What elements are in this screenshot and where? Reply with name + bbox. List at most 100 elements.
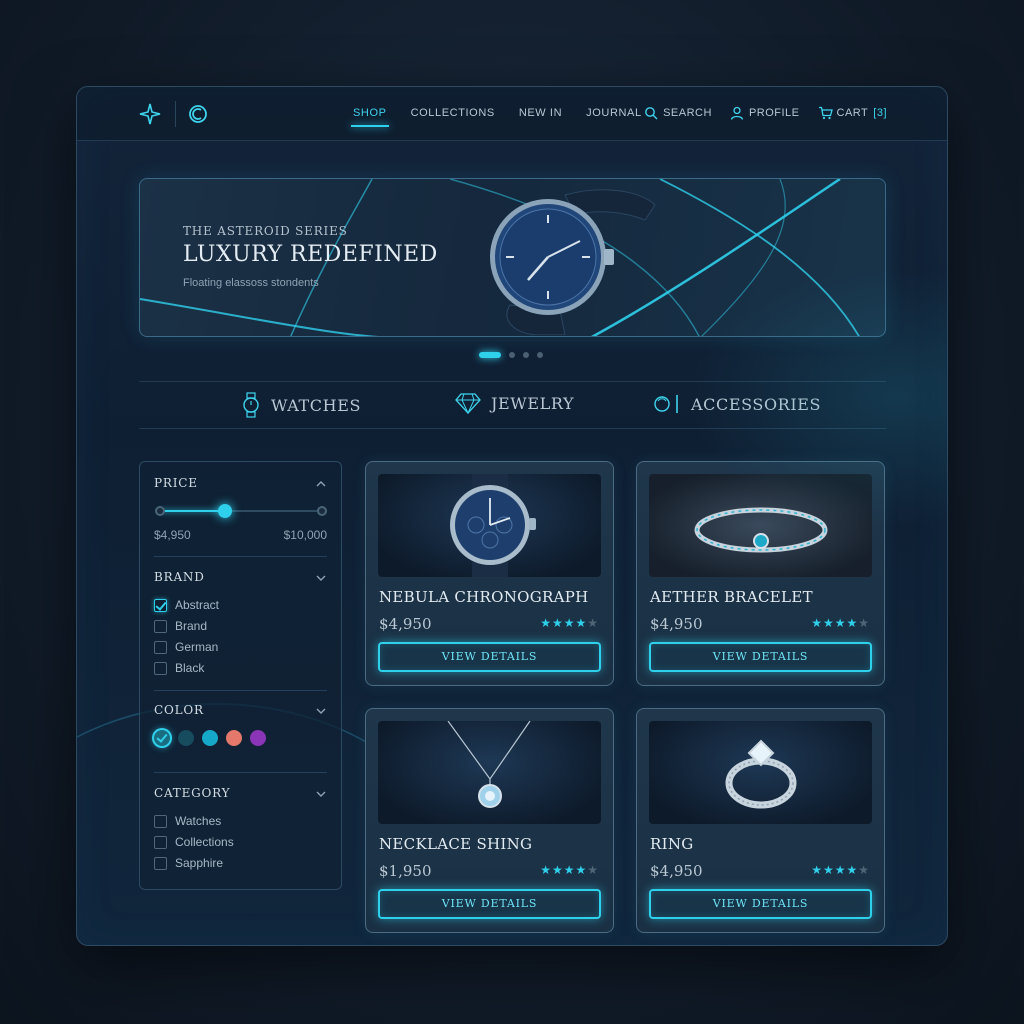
carousel-dot[interactable] (523, 352, 529, 358)
checkbox[interactable] (154, 598, 167, 612)
product-name: NECKLACE SHING (379, 835, 533, 853)
accessories-icon (654, 395, 678, 413)
nav-shop[interactable]: SHOP (351, 107, 389, 127)
hero-title: LUXURY REDEFINED (183, 242, 438, 267)
product-image-ring[interactable] (649, 721, 872, 824)
view-details-button[interactable]: VIEW DETAILS (378, 889, 601, 919)
category-option-label: Sapphire (175, 856, 224, 870)
chevron-down-icon[interactable] (315, 705, 327, 717)
filter-divider (154, 772, 327, 773)
product-card[interactable]: RING $4,950 ★★★★★ VIEW DETAILS (636, 708, 885, 933)
hero-kicker: THE ASTEROID SERIES (183, 224, 348, 238)
category-option-collections[interactable]: Collections (154, 835, 234, 849)
product-card[interactable]: NECKLACE SHING $1,950 ★★★★★ VIEW DETAILS (365, 708, 614, 933)
carousel-dot[interactable] (479, 352, 501, 358)
brand-option-abstract[interactable]: Abstract (154, 598, 219, 612)
hero-banner[interactable]: THE ASTEROID SERIES LUXURY REDEFINED Flo… (139, 178, 886, 337)
nav-journal[interactable]: JOURNAL (586, 107, 642, 119)
chevron-down-icon[interactable] (315, 788, 327, 800)
product-name: AETHER BRACELET (650, 588, 813, 606)
price-max-value: $10,000 (283, 528, 327, 542)
color-swatch-teal[interactable] (154, 730, 170, 746)
category-watches-label: WATCHES (271, 395, 362, 415)
star-rating: ★★★★★ (811, 616, 870, 630)
cart-icon (818, 106, 833, 120)
carousel-dot[interactable] (537, 352, 543, 358)
brand-option-black[interactable]: Black (154, 661, 204, 675)
carousel-dot[interactable] (509, 352, 515, 358)
view-details-button[interactable]: VIEW DETAILS (649, 642, 872, 672)
category-accessories-label: ACCESSORIES (691, 394, 822, 414)
product-name: RING (650, 835, 694, 853)
color-swatch-dark-teal[interactable] (178, 730, 194, 746)
product-price: $4,950 (650, 862, 703, 880)
brand-option-label: Black (175, 661, 205, 675)
main-nav: SHOP COLLECTIONS NEW IN JOURNAL (351, 107, 666, 127)
price-slider-max-handle[interactable] (317, 506, 327, 516)
star-rating: ★★★★★ (811, 863, 870, 877)
hero-subtitle: Floating elassoss stondents (183, 277, 319, 289)
search-button[interactable]: SEARCH (644, 106, 712, 120)
user-icon (730, 106, 744, 120)
search-icon (644, 106, 658, 120)
checkbox[interactable] (154, 835, 167, 849)
color-swatch-coral[interactable] (226, 730, 242, 746)
product-image-bracelet[interactable] (649, 474, 872, 577)
category-option-label: Collections (175, 835, 234, 849)
sparkle-logo-icon[interactable] (137, 101, 163, 127)
category-filter-title: CATEGORY (154, 786, 231, 800)
chevron-up-icon[interactable] (315, 478, 327, 490)
product-price: $4,950 (650, 615, 703, 633)
cart-button[interactable]: CART [3] (818, 106, 887, 120)
star-rating: ★★★★★ (540, 863, 599, 877)
logo-divider (175, 101, 176, 127)
shop-window: SHOP COLLECTIONS NEW IN JOURNAL SEARCH P… (76, 86, 948, 946)
star-rating: ★★★★★ (540, 616, 599, 630)
checkbox[interactable] (154, 661, 167, 675)
category-jewelry[interactable]: JEWELRY (455, 392, 574, 414)
checkbox[interactable] (154, 640, 167, 654)
price-filter-title: PRICE (154, 476, 198, 490)
brand-option-label: Brand (175, 619, 208, 633)
product-card[interactable]: NEBULA CHRONOGRAPH $4,950 ★★★★★ VIEW DET… (365, 461, 614, 686)
brand-monogram-icon[interactable] (185, 101, 211, 127)
brand-option-brand[interactable]: Brand (154, 619, 207, 633)
nav-collections[interactable]: COLLECTIONS (411, 107, 495, 119)
brand-option-label: Abstract (175, 598, 220, 612)
view-details-button[interactable]: VIEW DETAILS (378, 642, 601, 672)
chevron-down-icon[interactable] (315, 572, 327, 584)
profile-label: PROFILE (748, 107, 800, 119)
price-min-value: $4,950 (154, 528, 191, 542)
color-swatch-cyan[interactable] (202, 730, 218, 746)
watch-icon (243, 392, 259, 418)
product-image-watch[interactable] (378, 474, 601, 577)
price-slider-min-handle[interactable] (155, 506, 165, 516)
checkbox[interactable] (154, 856, 167, 870)
price-slider-fill (160, 510, 226, 512)
category-watches[interactable]: WATCHES (241, 392, 361, 418)
nav-new-in[interactable]: NEW IN (519, 107, 562, 119)
product-card[interactable]: AETHER BRACELET $4,950 ★★★★★ VIEW DETAIL… (636, 461, 885, 686)
category-option-label: Watches (175, 814, 222, 828)
category-option-watches[interactable]: Watches (154, 814, 221, 828)
profile-button[interactable]: PROFILE (730, 106, 800, 120)
search-label: SEARCH (663, 107, 712, 119)
category-accessories[interactable]: ACCESSORIES (653, 392, 821, 416)
product-image-necklace[interactable] (378, 721, 601, 824)
price-slider-thumb[interactable] (218, 504, 232, 518)
checkbox[interactable] (154, 619, 167, 633)
brand-filter-title: BRAND (154, 570, 205, 584)
color-swatches (154, 730, 266, 746)
top-nav: SHOP COLLECTIONS NEW IN JOURNAL SEARCH P… (77, 87, 947, 141)
nav-actions: SEARCH PROFILE CART [3] (644, 106, 887, 120)
hero-carousel-dots (479, 352, 543, 358)
color-swatch-purple[interactable] (250, 730, 266, 746)
filter-divider (154, 556, 327, 557)
color-filter-title: COLOR (154, 703, 204, 717)
product-price: $4,950 (379, 615, 432, 633)
category-jewelry-label: JEWELRY (491, 393, 575, 413)
category-option-sapphire[interactable]: Sapphire (154, 856, 223, 870)
brand-option-german[interactable]: German (154, 640, 218, 654)
checkbox[interactable] (154, 814, 167, 828)
view-details-button[interactable]: VIEW DETAILS (649, 889, 872, 919)
